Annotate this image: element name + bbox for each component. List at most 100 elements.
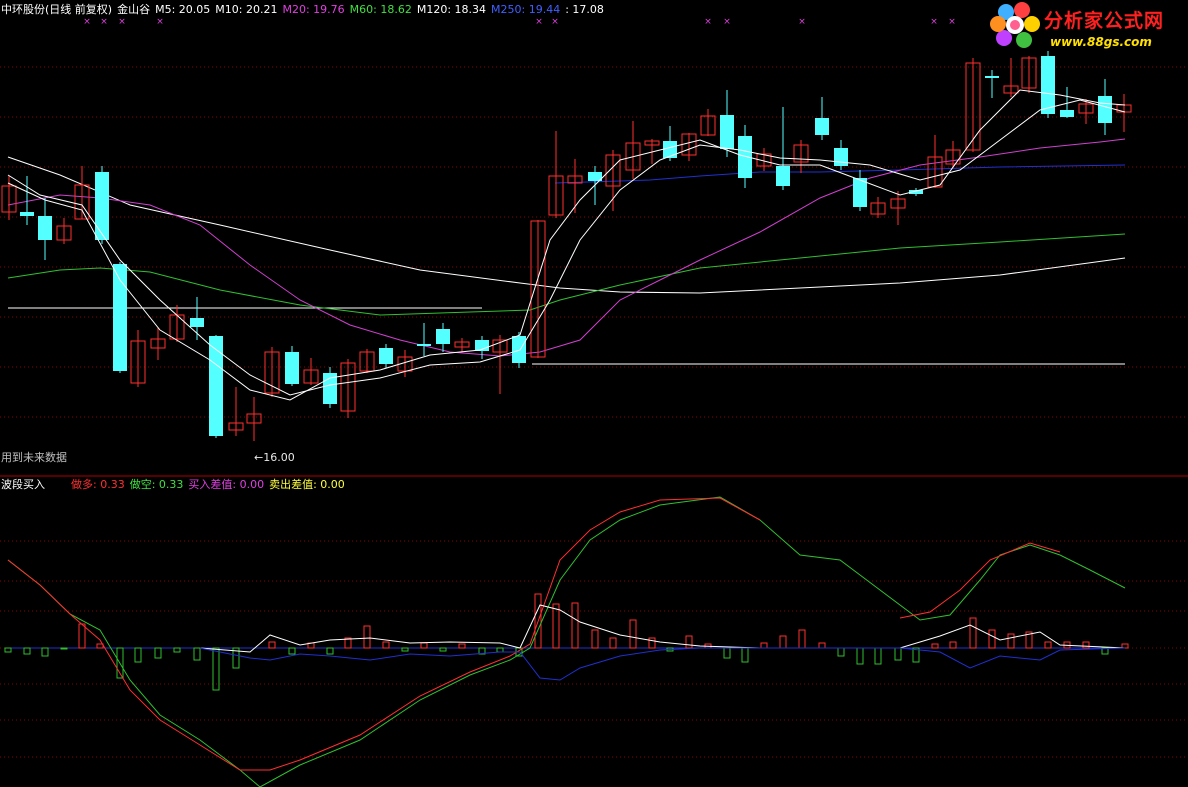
sub-bar-up xyxy=(96,643,104,649)
do-short-line xyxy=(7,496,1126,787)
candle-down xyxy=(512,336,526,363)
sub-bar-down xyxy=(60,647,68,650)
candle-down xyxy=(190,318,204,327)
do-long-line xyxy=(7,497,761,771)
sub-bar-down xyxy=(326,647,334,655)
candle-down xyxy=(815,118,829,135)
sub-bar-down xyxy=(401,647,409,652)
ma250-value: M250: 19.44 xyxy=(491,3,561,16)
sub-bar-down xyxy=(173,647,181,653)
ma10-line xyxy=(7,99,1126,396)
signal-marker: × xyxy=(723,17,731,27)
sub-indicator-plot xyxy=(4,496,1129,787)
signal-marker: × xyxy=(118,17,126,27)
ma60-value: M60: 18.62 xyxy=(349,3,412,16)
candle-down xyxy=(776,166,790,186)
sub-bar-down xyxy=(496,647,504,653)
chart-canvas[interactable]: × × × × × × × × × × × xyxy=(0,0,1188,787)
low-price-label: ←16.00 xyxy=(254,451,295,464)
sub-bar-up xyxy=(988,629,996,649)
sell-diff-value: 卖出差值: 0.00 xyxy=(269,478,345,491)
sub-panel-header: 波段买入 做多: 0.33 做空: 0.33 买入差值: 0.00 卖出差值: 0.00 xyxy=(1,478,350,492)
sub-panel-title: 波段买入 xyxy=(1,478,45,491)
sub-bar-up xyxy=(969,617,977,649)
sub-bar-up xyxy=(382,641,390,649)
candle-down xyxy=(95,172,109,240)
buy-diff-value: 买入差值: 0.00 xyxy=(188,478,265,491)
signal-marker: × xyxy=(930,17,938,27)
future-data-note: 用到未来数据 xyxy=(1,451,67,464)
sub-bar-down xyxy=(837,647,845,657)
stock-title: 中环股份(日线 前复权) xyxy=(1,3,113,16)
candle-down xyxy=(379,348,393,364)
sub-bar-up xyxy=(931,643,939,649)
sub-bar-up xyxy=(458,643,466,649)
ma20-value: M20: 19.76 xyxy=(282,3,345,16)
sub-bar-down xyxy=(856,647,864,665)
candlesticks xyxy=(1,51,1132,441)
sub-bar-down xyxy=(134,647,142,663)
signal-markers: × × × × × × × × × × × xyxy=(83,17,956,27)
grid-lines xyxy=(0,66,1188,758)
buy-diff-line xyxy=(199,604,1126,653)
sub-bar-up xyxy=(363,625,371,649)
logo-url: www.88gs.com xyxy=(1050,35,1152,49)
sub-bar-down xyxy=(193,647,201,661)
sub-bar-up xyxy=(685,635,693,649)
sub-bar-down xyxy=(439,647,447,652)
sub-bar-up xyxy=(1007,633,1015,649)
candle-down xyxy=(209,336,223,436)
sub-bar-up xyxy=(1082,641,1090,649)
stock-chart-window: × × × × × × × × × × × 中环股份(日线 前复权) 金山谷 M5: 20.05 M10:… xyxy=(0,0,1188,787)
candle-down xyxy=(1041,56,1055,114)
signal-marker: × xyxy=(948,17,956,27)
signal-marker: × xyxy=(535,17,543,27)
candle-down xyxy=(1060,110,1074,117)
signal-marker: × xyxy=(704,17,712,27)
sub-bar-up xyxy=(760,642,768,649)
candle-down xyxy=(417,344,431,346)
signal-marker: × xyxy=(156,17,164,27)
long-value: 做多: 0.33 xyxy=(71,478,125,491)
sub-bar-up xyxy=(1044,641,1052,649)
flower-icon xyxy=(990,2,1040,48)
candle-down xyxy=(834,148,848,166)
candle-down xyxy=(20,212,34,216)
sub-bar-down xyxy=(154,647,162,659)
signal-marker: × xyxy=(798,17,806,27)
chart-header: 中环股份(日线 前复权) 金山谷 M5: 20.05 M10: 20.21 M20: 1… xyxy=(1,3,609,17)
sub-bar-down xyxy=(723,647,731,659)
sub-bar-up xyxy=(420,642,428,649)
ma120-value: M120: 18.34 xyxy=(416,3,487,16)
sub-bar-down xyxy=(4,647,12,653)
candle-down xyxy=(663,141,677,158)
sub-bar-down xyxy=(874,647,882,665)
sub-bar-down xyxy=(288,647,296,655)
logo-title: 分析家公式网 xyxy=(1044,10,1165,32)
sub-bar-up xyxy=(629,619,637,649)
sub-bar-up xyxy=(78,623,86,649)
long-moving-averages xyxy=(7,138,1126,357)
signal-marker: × xyxy=(100,17,108,27)
short-value: 做空: 0.33 xyxy=(129,478,184,491)
candle-down xyxy=(1098,96,1112,123)
sell-diff-line xyxy=(199,647,1126,681)
sub-bar-down xyxy=(23,647,31,655)
indicator-name: 金山谷 xyxy=(117,3,151,16)
ma60-line xyxy=(7,233,1126,316)
sub-bar-down xyxy=(41,647,49,657)
sub-bar-up xyxy=(1121,643,1129,649)
site-logo: 分析家公式网 www.88gs.com xyxy=(990,2,1186,52)
candle-down xyxy=(720,115,734,149)
extra-value: : 17.08 xyxy=(565,3,604,16)
sub-bar-up xyxy=(818,642,826,649)
sub-bar-up xyxy=(591,629,599,649)
sub-bar-up xyxy=(609,637,617,649)
candle-down xyxy=(285,352,299,384)
ma5-value: M5: 20.05 xyxy=(155,3,211,16)
signal-marker: × xyxy=(551,17,559,27)
sub-bar-up xyxy=(268,641,276,649)
ma10-value: M10: 20.21 xyxy=(215,3,278,16)
sub-bar-down xyxy=(741,647,749,663)
ma120-line xyxy=(7,156,1126,294)
